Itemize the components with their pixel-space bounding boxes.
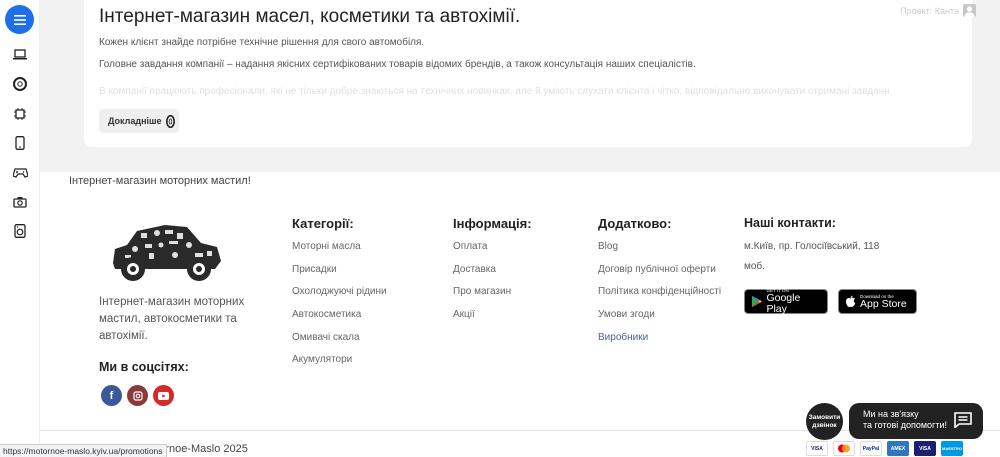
laptop-icon: [13, 48, 27, 59]
info-link[interactable]: Про магазин: [453, 286, 532, 309]
extra-link[interactable]: Blog: [598, 241, 721, 264]
payment-methods: VISA PayPal AMEX VISA MAESTRO: [806, 441, 963, 456]
categories-column: Категорії: Моторні масла Присадки Охолод…: [292, 216, 387, 377]
google-play-button[interactable]: GET IT ON Google Play: [744, 288, 828, 315]
google-play-big: Google Play: [766, 292, 801, 315]
more-button-label: Докладніше: [108, 116, 162, 126]
tire-icon: [165, 114, 175, 128]
category-link[interactable]: Омивачі скала: [292, 332, 387, 355]
app-store-big: App Store: [860, 297, 907, 310]
rail-phone[interactable]: [10, 133, 30, 153]
maestro-icon: MAESTRO: [941, 441, 963, 456]
more-button[interactable]: Докладніше: [99, 109, 179, 133]
extra-link[interactable]: Умови згоди: [598, 309, 721, 332]
about-paragraph-3-faded: В компанії працюють професіонали, які не…: [99, 86, 889, 97]
contacts-address: м.Київ, пр. Голосіївський, 118 моб.: [744, 241, 880, 272]
paypal-icon: PayPal: [860, 441, 882, 456]
about-paragraph-1: Кожен клієнт знайде потрібне технічне рі…: [99, 37, 425, 48]
menu-button[interactable]: [5, 5, 34, 34]
rail-tire[interactable]: [10, 74, 30, 94]
instagram-icon: [132, 390, 143, 401]
social-links: f: [101, 385, 174, 406]
youtube-button[interactable]: [153, 385, 174, 406]
category-link[interactable]: Моторні масла: [292, 241, 387, 264]
rail-laptop[interactable]: [10, 44, 30, 64]
about-section: Інтернет-магазин масел, косметики та авт…: [40, 0, 1000, 172]
extra-link[interactable]: Політика конфіденційності: [598, 286, 721, 309]
facebook-button[interactable]: f: [101, 385, 122, 406]
about-paragraph-2: Головне завдання компанії – надання якіс…: [99, 59, 696, 70]
categories-title: Категорії:: [292, 216, 354, 231]
phone-icon: [15, 136, 25, 150]
user-avatar-icon: [963, 4, 976, 17]
amex-icon: AMEX: [887, 441, 909, 456]
category-link[interactable]: Присадки: [292, 264, 387, 287]
gamepad-icon: [12, 167, 28, 178]
category-link[interactable]: Автокосметика: [292, 309, 387, 332]
hamburger-icon: [13, 14, 26, 25]
facebook-icon: f: [109, 389, 114, 402]
visa-icon: VISA: [806, 441, 828, 456]
footer-slogan: Інтернет-магазин моторних мастил!: [69, 175, 251, 187]
apple-icon: [846, 295, 856, 308]
rail-chip[interactable]: [10, 104, 30, 124]
info-link[interactable]: Оплата: [453, 241, 532, 264]
extra-title: Додатково:: [598, 216, 672, 231]
info-link[interactable]: Доставка: [453, 264, 532, 287]
side-rail: [0, 0, 40, 457]
youtube-icon: [158, 391, 169, 400]
rail-camera[interactable]: [10, 192, 30, 212]
info-title: Інформація:: [453, 216, 532, 231]
camera-icon: [13, 197, 27, 208]
login-link[interactable]: Проект: Канта: [900, 4, 976, 17]
instagram-button[interactable]: [127, 385, 148, 406]
category-link[interactable]: Охолоджуючі рідини: [292, 286, 387, 309]
rail-gamepad[interactable]: [10, 162, 30, 182]
car-logo-icon: [113, 225, 221, 281]
extra-link-manufacturers[interactable]: Виробники: [598, 332, 721, 355]
status-url: https://motornoe-maslo.kyiv.ua/promotion…: [0, 444, 167, 457]
chip-icon: [14, 108, 26, 120]
extra-column: Додатково: Blog Договір публічної оферти…: [598, 216, 721, 354]
tire-icon: [13, 77, 27, 91]
mastercard-icon: [833, 441, 855, 456]
chat-widget[interactable]: Ми на зв'язку та готові допомогти!: [849, 403, 983, 439]
chat-icon: [954, 412, 972, 428]
google-play-icon: [751, 295, 762, 308]
callback-label: Замовити дзвінок: [808, 413, 841, 429]
about-card: Інтернет-магазин масел, косметики та авт…: [84, 0, 972, 147]
category-link[interactable]: Акумулятори: [292, 354, 387, 377]
social-title: Ми в соцсітях:: [99, 360, 189, 374]
washer-icon: [14, 224, 26, 238]
visa-electron-icon: VISA: [914, 441, 936, 456]
footer-about: Інтернет-магазин моторних мастил, автоко…: [99, 296, 245, 342]
rail-washer[interactable]: [10, 221, 30, 241]
login-label: Проект: Канта: [900, 5, 959, 16]
app-store-button[interactable]: Download on the App Store: [838, 289, 917, 314]
extra-link[interactable]: Договір публічної оферти: [598, 264, 721, 287]
about-title: Інтернет-магазин масел, косметики та авт…: [99, 6, 521, 27]
callback-button[interactable]: Замовити дзвінок: [806, 403, 843, 440]
contacts-title: Наші контакти:: [744, 216, 836, 230]
info-link[interactable]: Акції: [453, 309, 532, 332]
info-column: Інформація: Оплата Доставка Про магазин …: [453, 216, 532, 332]
